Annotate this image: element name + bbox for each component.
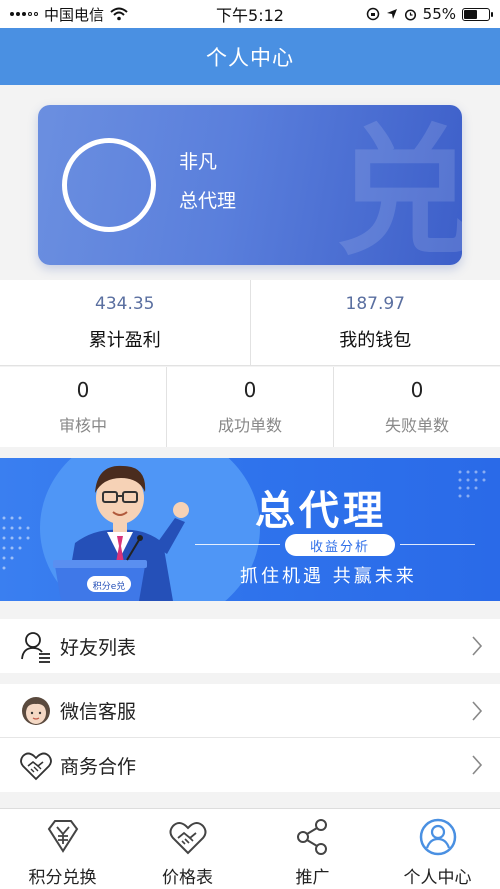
location-icon xyxy=(386,9,397,19)
carrier-label: 中国电信 xyxy=(44,5,105,24)
stat-label: 累计盈利 xyxy=(88,329,161,351)
nav-header: 个人中心 xyxy=(0,28,500,85)
order-stats: 0 审核中 0 成功单数 0 失败单数 xyxy=(0,367,500,447)
alarm-icon xyxy=(404,8,416,21)
wifi-icon xyxy=(110,7,128,21)
profile-role: 总代理 xyxy=(179,190,237,212)
stat-failed[interactable]: 0 失败单数 xyxy=(334,367,500,447)
profile-card[interactable]: 兑 非凡 总代理 xyxy=(38,105,462,265)
stat-success[interactable]: 0 成功单数 xyxy=(167,367,334,447)
banner-tag: 收益分析 xyxy=(285,534,395,556)
user-icon xyxy=(419,818,456,856)
exchange-watermark-icon: 兑 xyxy=(335,112,462,261)
stat-label: 审核中 xyxy=(58,416,107,435)
menu-item-friends[interactable]: 好友列表 xyxy=(0,619,500,673)
status-time: 下午5:12 xyxy=(216,6,284,25)
customer-service-icon xyxy=(18,693,54,729)
menu-label: 商务合作 xyxy=(60,755,137,778)
profile-name: 非凡 xyxy=(179,151,218,173)
status-right: 55% xyxy=(366,5,493,23)
menu-item-wechat-service[interactable]: 微信客服 xyxy=(0,684,500,738)
menu-label: 好友列表 xyxy=(60,636,137,659)
rotation-lock-icon xyxy=(366,7,379,21)
status-bar: 中国电信 下午5:12 55% xyxy=(0,0,500,28)
bottom-tab-bar: 积分兑换 价格表 推广 个人中心 xyxy=(0,808,500,889)
dot-pattern xyxy=(2,516,30,570)
stat-value: 0 xyxy=(410,378,424,402)
menu-group-support: 微信客服 商务合作 xyxy=(0,684,500,792)
dot-pattern xyxy=(458,470,486,498)
stat-label: 我的钱包 xyxy=(339,329,412,351)
stat-label: 失败单数 xyxy=(384,416,449,435)
tab-personal-center[interactable]: 个人中心 xyxy=(375,809,500,889)
stat-value: 434.35 xyxy=(95,293,155,314)
battery-percent: 55% xyxy=(422,5,456,23)
share-icon xyxy=(296,819,327,855)
page-title: 个人中心 xyxy=(206,45,294,70)
tab-label: 积分兑换 xyxy=(28,868,97,888)
banner-divider xyxy=(400,544,475,545)
yen-diamond-icon xyxy=(47,820,78,853)
menu-label: 微信客服 xyxy=(60,701,137,723)
tab-points-exchange[interactable]: 积分兑换 xyxy=(0,809,125,889)
chevron-right-icon xyxy=(472,755,483,775)
chevron-right-icon xyxy=(472,700,483,721)
stat-total-profit[interactable]: 434.35 累计盈利 xyxy=(0,280,251,365)
status-left: 中国电信 xyxy=(10,4,128,25)
menu-group-friends: 好友列表 xyxy=(0,619,500,673)
handshake-icon xyxy=(18,747,54,783)
banner-tag-row: 收益分析 xyxy=(195,534,500,556)
friends-list-icon xyxy=(18,628,54,664)
menu-item-business[interactable]: 商务合作 xyxy=(0,738,500,792)
avatar[interactable] xyxy=(62,138,156,232)
tab-label: 个人中心 xyxy=(403,868,472,888)
tab-label: 推广 xyxy=(295,868,330,888)
tab-label: 价格表 xyxy=(162,868,213,888)
chevron-right-icon xyxy=(472,636,483,656)
stat-value: 0 xyxy=(243,378,257,402)
podium-badge-label: 积分e兑 xyxy=(92,581,126,592)
tab-promote[interactable]: 推广 xyxy=(250,809,375,889)
handshake-icon xyxy=(169,822,206,855)
stat-label: 成功单数 xyxy=(217,416,282,435)
svg-text:兑: 兑 xyxy=(335,112,462,261)
banner-divider xyxy=(195,544,280,545)
tab-price-list[interactable]: 价格表 xyxy=(125,809,250,889)
stat-wallet[interactable]: 187.97 我的钱包 xyxy=(251,280,500,365)
stat-value: 187.97 xyxy=(345,293,405,314)
banner-headline: 总代理 xyxy=(255,487,387,534)
banner-slogan: 抓住机遇 共赢未来 xyxy=(240,566,417,587)
stat-pending[interactable]: 0 审核中 xyxy=(0,367,167,447)
earnings-stats: 434.35 累计盈利 187.97 我的钱包 xyxy=(0,280,500,366)
stat-value: 0 xyxy=(76,378,90,402)
signal-icon xyxy=(10,12,38,16)
battery-icon xyxy=(462,7,493,21)
promo-banner[interactable]: 积分e兑 积分e兑 总代理 收益分析 抓住机遇 共赢未来 xyxy=(0,458,500,601)
